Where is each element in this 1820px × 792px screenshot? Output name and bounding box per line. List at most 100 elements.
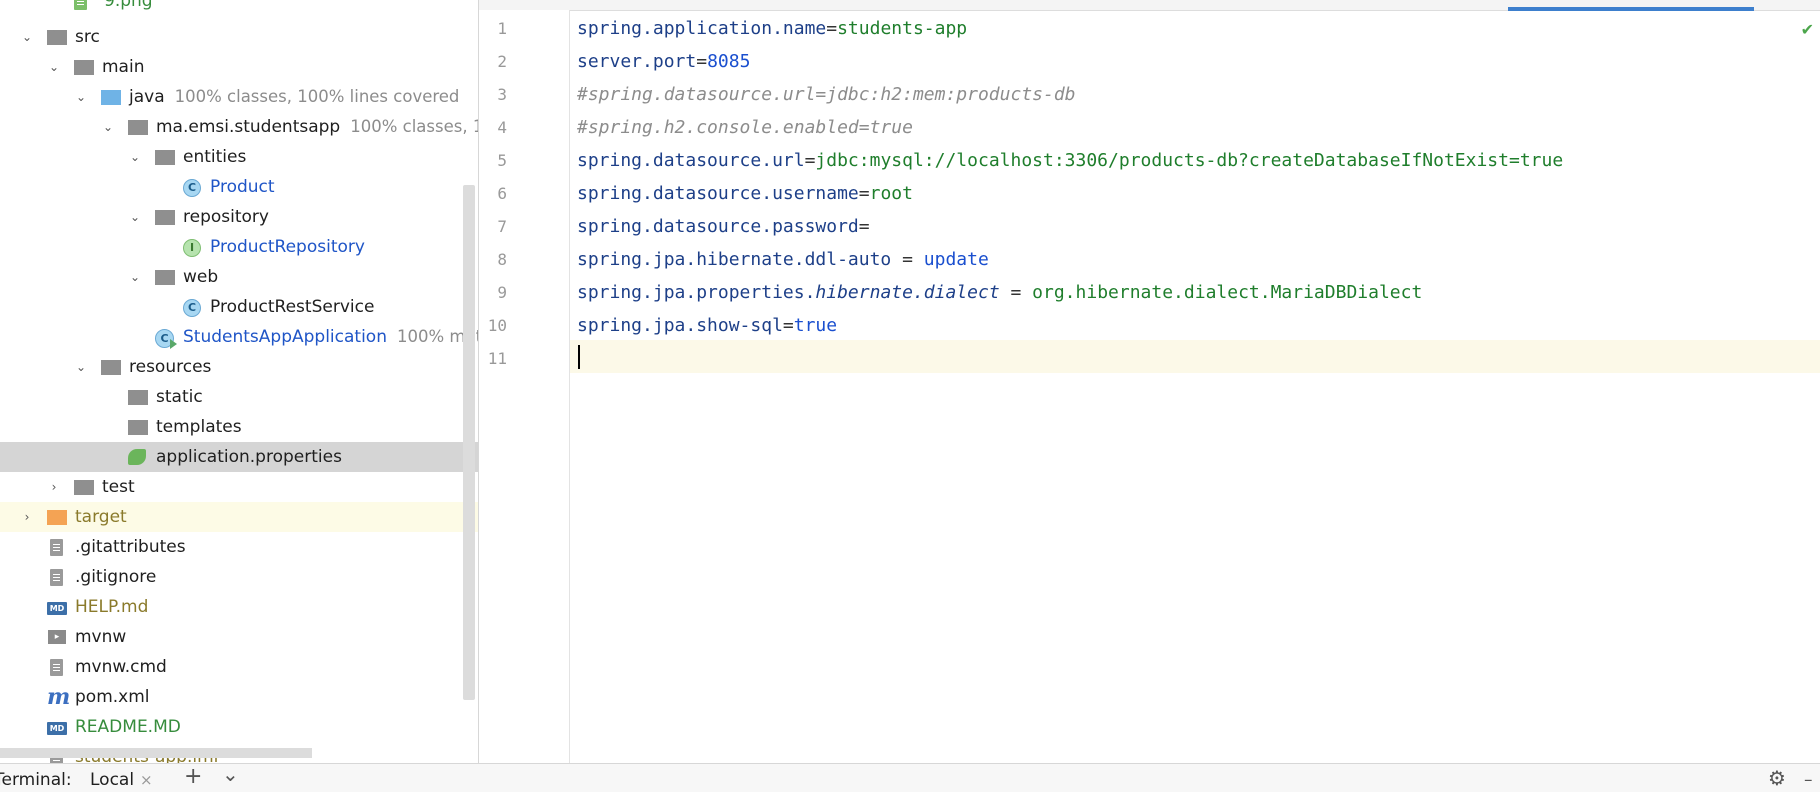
code-line-comment[interactable]: #spring.h2.console.enabled=true [577, 111, 913, 144]
assign-operator: = [891, 249, 924, 270]
folder-icon [74, 480, 94, 495]
tree-item-templates[interactable]: templates [0, 412, 478, 442]
chevron-down-icon[interactable]: ⌄ [46, 52, 62, 82]
code-editor[interactable]: 1 2 3 4 5 6 7 8 9 10 11 spring.applicati… [479, 0, 1820, 763]
tree-item-pom-xml[interactable]: m pom.xml [0, 682, 478, 712]
property-value: 8085 [707, 51, 751, 72]
text-caret [578, 345, 580, 369]
tree-item-product-repository[interactable]: I ProductRepository [0, 232, 478, 262]
chevron-down-icon[interactable]: ⌄ [100, 112, 116, 142]
close-icon[interactable]: × [140, 768, 153, 792]
folder-icon [74, 60, 94, 75]
terminal-tab-local[interactable]: Local [90, 768, 134, 792]
tree-vertical-scrollbar[interactable] [463, 185, 475, 700]
chevron-down-icon[interactable]: ⌄ [127, 142, 143, 172]
chevron-down-icon[interactable]: ⌄ [73, 82, 89, 112]
tree-item-mvnw[interactable]: ▸ mvnw [0, 622, 478, 652]
code-line[interactable]: spring.application.name=students-app [577, 12, 967, 45]
tree-horizontal-scrollbar[interactable] [0, 748, 312, 758]
add-tab-icon[interactable]: + [184, 765, 202, 789]
source-folder-icon [101, 90, 121, 105]
property-value: org.hibernate.dialect.MariaDBDialect [1032, 282, 1423, 303]
chevron-down-icon[interactable]: ⌄ [222, 762, 239, 786]
tree-item-help-md[interactable]: MD HELP.md [0, 592, 478, 622]
chevron-right-icon[interactable]: › [19, 502, 35, 532]
text-file-icon [50, 539, 63, 556]
line-number: 5 [497, 151, 507, 170]
tree-item-test[interactable]: › test [0, 472, 478, 502]
assign-operator: = [858, 216, 870, 237]
markdown-icon: MD [47, 722, 67, 735]
tree-item-repository[interactable]: ⌄ repository [0, 202, 478, 232]
property-key: spring.application.name [577, 18, 827, 39]
folder-icon [128, 420, 148, 435]
tree-item-package[interactable]: ⌄ ma.emsi.studentsapp 100% classes, 100 [0, 112, 478, 142]
code-line[interactable]: spring.jpa.hibernate.ddl-auto = update [577, 243, 989, 276]
tree-item-entities[interactable]: ⌄ entities [0, 142, 478, 172]
terminal-tool-window-bar[interactable]: Terminal: Local × + ⌄ ⚙ – [0, 762, 1820, 792]
code-line[interactable]: spring.jpa.show-sql=true [577, 309, 837, 342]
tree-item-9-png[interactable]: 9.png [0, 0, 478, 16]
current-line-highlight [479, 340, 1820, 373]
tree-item-gitignore[interactable]: .gitignore [0, 562, 478, 592]
tree-item-label: .gitignore [75, 567, 157, 587]
code-line[interactable]: spring.datasource.username=root [577, 177, 913, 210]
line-number: 10 [487, 316, 507, 335]
project-tree[interactable]: 9.png ⌄ src ⌄ main ⌄ java 100% classes, 1… [0, 0, 479, 763]
tree-item-label: src [75, 27, 100, 47]
tree-item-src[interactable]: ⌄ src [0, 22, 478, 52]
property-value: update [923, 249, 989, 270]
property-value: students-app [837, 18, 968, 39]
minimize-icon[interactable]: – [1804, 768, 1813, 792]
tree-item-label: resources [129, 357, 212, 377]
coverage-hint: 100% classes, 100% lines covered [174, 87, 460, 106]
tree-item-readme-md[interactable]: MD README.MD [0, 712, 478, 742]
folder-icon [128, 390, 148, 405]
line-number: 7 [497, 217, 507, 236]
code-line[interactable]: spring.jpa.properties.hibernate.dialect … [577, 276, 1422, 309]
shell-script-icon: ▸ [48, 630, 66, 644]
tree-item-product-rest-service[interactable]: C ProductRestService [0, 292, 478, 322]
chevron-down-icon[interactable]: ⌄ [127, 202, 143, 232]
coverage-hint: 100% classes, 100 [350, 117, 478, 136]
chevron-down-icon[interactable]: ⌄ [73, 352, 89, 382]
tree-item-students-app-application[interactable]: C StudentsAppApplication100% meth [0, 322, 478, 352]
tree-item-application-properties[interactable]: application.properties [0, 442, 478, 472]
tree-item-mvnw-cmd[interactable]: mvnw.cmd [0, 652, 478, 682]
tree-item-label: repository [183, 207, 269, 227]
resources-folder-icon [101, 360, 121, 375]
tree-item-java[interactable]: ⌄ java 100% classes, 100% lines covered [0, 82, 478, 112]
line-number: 1 [497, 19, 507, 38]
tree-item-label: application.properties [156, 447, 342, 467]
tree-item-web[interactable]: ⌄ web [0, 262, 478, 292]
tree-item-static[interactable]: static [0, 382, 478, 412]
code-line-comment[interactable]: #spring.datasource.url=jdbc:h2:mem:produ… [577, 78, 1076, 111]
code-line[interactable]: server.port=8085 [577, 45, 750, 78]
tree-item-target[interactable]: › target [0, 502, 478, 532]
tree-item-resources[interactable]: ⌄ resources [0, 352, 478, 382]
tree-item-label: .gitattributes [75, 537, 186, 557]
chevron-down-icon[interactable]: ⌄ [19, 22, 35, 52]
code-line[interactable]: spring.datasource.url=jdbc:mysql://local… [577, 144, 1563, 177]
editor-tab-strip[interactable] [479, 0, 1820, 11]
tree-item-main[interactable]: ⌄ main [0, 52, 478, 82]
tree-item-label: ProductRepository [210, 237, 365, 257]
chevron-down-icon[interactable]: ⌄ [127, 262, 143, 292]
tree-item-gitattributes[interactable]: .gitattributes [0, 532, 478, 562]
code-line[interactable]: spring.datasource.password= [577, 210, 870, 243]
tree-item-product[interactable]: C Product [0, 172, 478, 202]
property-key-italic: hibernate.dialect [815, 282, 1000, 303]
tree-item-label: 9.png [104, 0, 153, 11]
tree-item-label: README.MD [75, 717, 181, 737]
property-key: spring.datasource.username [577, 183, 859, 204]
property-key: server.port [577, 51, 697, 72]
folder-icon [47, 30, 67, 45]
terminal-title: Terminal: [0, 770, 72, 790]
gear-icon[interactable]: ⚙ [1768, 766, 1786, 790]
tree-item-label: web [183, 267, 219, 287]
tree-item-label: static [156, 387, 203, 407]
active-tab-indicator [1508, 7, 1754, 11]
checkmark-icon[interactable]: ✔ [1801, 20, 1814, 39]
chevron-right-icon[interactable]: › [46, 472, 62, 502]
assign-operator: = [999, 282, 1033, 303]
